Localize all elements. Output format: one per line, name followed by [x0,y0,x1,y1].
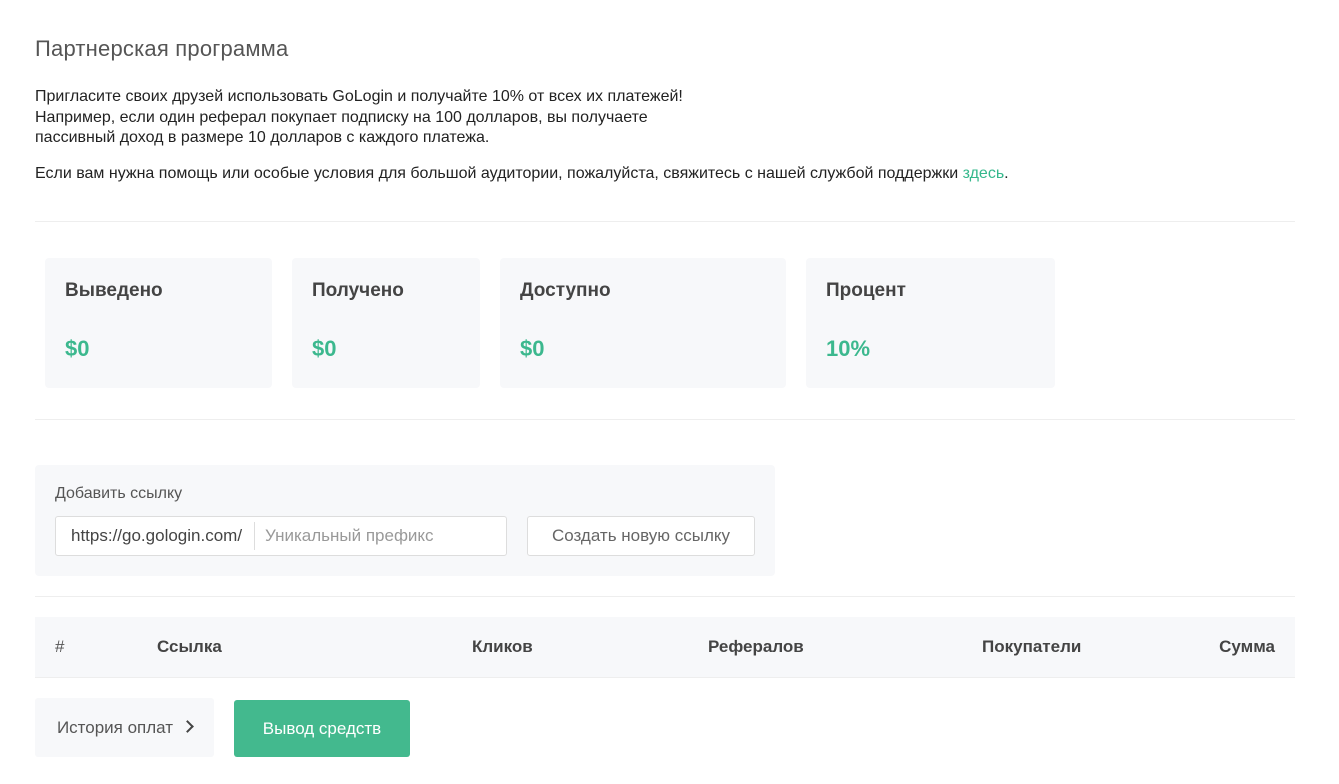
stat-label-percent: Процент [826,280,906,301]
stat-label-available: Доступно [520,280,611,301]
column-header-clicks: Кликов [472,637,533,656]
stat-value-available: $0 [520,336,545,361]
support-link[interactable]: здесь [963,165,1005,182]
column-header-buyers: Покупатели [982,637,1082,656]
add-link-panel: Добавить ссылку https://go.gologin.com/ … [35,465,775,576]
stat-value-withdrawn: $0 [65,336,90,361]
column-header-referrals: Рефералов [708,637,804,656]
divider [35,596,1295,597]
create-link-button[interactable]: Создать новую ссылку [527,516,755,556]
affiliate-page: Партнерская программа Пригласите своих д… [0,0,1339,784]
help-text-end: . [1004,165,1009,182]
stat-label-received: Получено [312,280,404,301]
help-text: Если вам нужна помощь или особые условия… [35,163,1009,185]
url-prefix: https://go.gologin.com/ [56,522,256,550]
column-header-link: Ссылка [157,637,222,656]
payment-history-label: История оплат [56,717,174,737]
help-text-body: Если вам нужна помощь или особые условия… [35,165,963,182]
payment-history-button[interactable]: История оплат [35,698,214,757]
stat-value-received: $0 [312,336,337,361]
intro-text: Пригласите своих друзей использовать GoL… [35,88,683,146]
withdraw-button[interactable]: Вывод средств [234,700,410,757]
url-input-group: https://go.gologin.com/ [55,516,507,556]
stat-value-percent: 10% [826,336,871,361]
unique-prefix-input[interactable] [255,518,506,554]
stat-card-available: Доступно $0 [500,258,786,388]
add-link-label: Добавить ссылку [55,485,183,502]
divider [35,221,1295,222]
stat-label-withdrawn: Выведено [65,280,163,301]
stat-card-withdrawn: Выведено $0 [45,258,272,388]
table-header: # Ссылка Кликов Рефералов Покупатели Сум… [35,617,1295,678]
stat-card-received: Получено $0 [292,258,480,388]
page-title: Партнерская программа [35,36,289,61]
stat-card-percent: Процент 10% [806,258,1055,388]
divider [35,419,1295,420]
chevron-right-icon [181,720,194,733]
column-header-number: # [55,637,65,656]
column-header-amount: Сумма [1219,637,1275,656]
